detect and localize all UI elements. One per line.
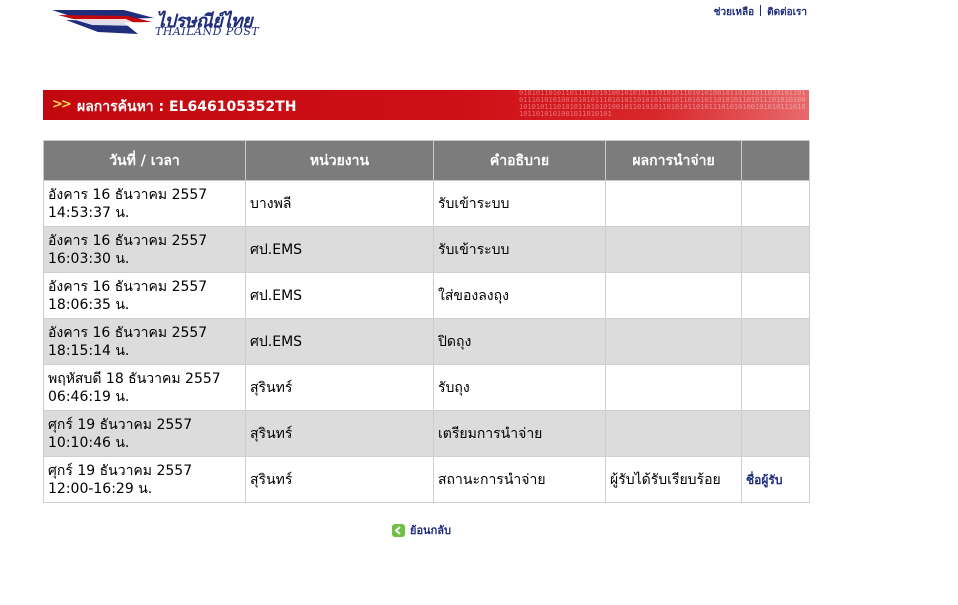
cell-delivery-result: ผู้รับได้รับเรียบร้อย (605, 456, 742, 503)
row-description: สถานะการนำจ่าย (438, 471, 546, 488)
header-description: คำอธิบาย (433, 140, 606, 181)
cell-description: ใส่ของลงถุง (433, 272, 606, 319)
thailand-post-logo[interactable]: ไปรษณีย์ไทย THAILAND POST (52, 6, 262, 40)
cell-date-time: อังคาร 16 ธันวาคม 2557 18:15:14 น. (43, 318, 246, 365)
header-delivery-result: ผลการนำจ่าย (605, 140, 742, 181)
cell-description: รับถุง (433, 364, 606, 411)
cell-date-time: ศุกร์ 19 ธันวาคม 2557 10:10:46 น. (43, 410, 246, 457)
link-separator (760, 5, 762, 16)
table-row: อังคาร 16 ธันวาคม 2557 18:15:14 น. ศป.EMS ป… (43, 318, 810, 365)
cell-office: สุรินทร์ (245, 456, 434, 503)
row-office: ศป.EMS (250, 287, 303, 304)
table-row: อังคาร 16 ธันวาคม 2557 14:53:37 น. บางพลีร… (43, 180, 810, 227)
search-result-title: ผลการค้นหา : EL646105352TH (77, 99, 297, 115)
row-office: ศป.EMS (250, 333, 303, 350)
cell-date-time: ศุกร์ 19 ธันวาคม 2557 12:00-16:29 น. (43, 456, 246, 503)
row-date: พฤหัสบดี 18 ธันวาคม 2557 (48, 370, 221, 387)
cell-office: สุรินทร์ (245, 364, 434, 411)
row-description: รับเข้าระบบ (438, 195, 510, 212)
row-date: อังคาร 16 ธันวาคม 2557 (48, 278, 208, 295)
row-description: ใส่ของลงถุง (438, 287, 509, 304)
row-date: อังคาร 16 ธันวาคม 2557 (48, 324, 208, 341)
cell-action (741, 410, 810, 457)
cell-date-time: อังคาร 16 ธันวาคม 2557 18:06:35 น. (43, 272, 246, 319)
contact-link[interactable]: ติดต่อเรา (767, 7, 807, 18)
cell-description: รับเข้าระบบ (433, 180, 606, 227)
row-time: 18:06:35 น. (48, 296, 130, 313)
row-time: 14:53:37 น. (48, 204, 130, 221)
top-links: ช่วยเหลือ ติดต่อเรา (714, 5, 807, 20)
help-link[interactable]: ช่วยเหลือ (714, 7, 754, 18)
row-office: สุรินทร์ (250, 425, 293, 442)
back-link-label: ย้อนกลับ (410, 524, 451, 537)
row-time: 06:46:19 น. (48, 388, 130, 405)
row-description: ปิดถุง (438, 333, 472, 350)
back-arrow-icon (392, 524, 405, 537)
header-date-time: วันที่ / เวลา (43, 140, 246, 181)
cell-office: บางพลี (245, 180, 434, 227)
table-row: อังคาร 16 ธันวาคม 2557 16:03:30 น. ศป.EMS ร… (43, 226, 810, 273)
row-date: อังคาร 16 ธันวาคม 2557 (48, 232, 208, 249)
receiver-name-link[interactable]: ชื่อผู้รับ (746, 473, 782, 487)
row-description: รับถุง (438, 379, 470, 396)
cell-description: รับเข้าระบบ (433, 226, 606, 273)
back-link[interactable]: ย้อนกลับ (392, 521, 451, 539)
row-office: ศป.EMS (250, 241, 303, 258)
tracking-rows: อังคาร 16 ธันวาคม 2557 14:53:37 น. บางพลีร… (43, 180, 810, 503)
row-office: บางพลี (250, 195, 292, 212)
cell-description: ปิดถุง (433, 318, 606, 365)
cell-office: สุรินทร์ (245, 410, 434, 457)
table-header-row: วันที่ / เวลา หน่วยงาน คำอธิบาย ผลการนำจ… (43, 140, 810, 181)
row-description: รับเข้าระบบ (438, 241, 510, 258)
cell-office: ศป.EMS (245, 272, 434, 319)
cell-office: ศป.EMS (245, 226, 434, 273)
row-time: 16:03:30 น. (48, 250, 130, 267)
row-date: ศุกร์ 19 ธันวาคม 2557 (48, 462, 193, 479)
row-office: สุรินทร์ (250, 471, 293, 488)
table-row: พฤหัสบดี 18 ธันวาคม 2557 06:46:19 น. สุริน… (43, 364, 810, 411)
cell-date-time: อังคาร 16 ธันวาคม 2557 16:03:30 น. (43, 226, 246, 273)
header-action (741, 140, 810, 181)
cell-delivery-result (605, 318, 742, 365)
cell-office: ศป.EMS (245, 318, 434, 365)
cell-action (741, 272, 810, 319)
row-time: 12:00-16:29 น. (48, 480, 153, 497)
tracking-table: วันที่ / เวลา หน่วยงาน คำอธิบาย ผลการนำจ… (43, 140, 810, 503)
row-description: เตรียมการนำจ่าย (438, 425, 543, 442)
cell-action (741, 318, 810, 365)
double-arrow-icon: >> (52, 97, 72, 112)
cell-description: เตรียมการนำจ่าย (433, 410, 606, 457)
row-date: อังคาร 16 ธันวาคม 2557 (48, 186, 208, 203)
cell-date-time: พฤหัสบดี 18 ธันวาคม 2557 06:46:19 น. (43, 364, 246, 411)
row-office: สุรินทร์ (250, 379, 293, 396)
logo-english-text: THAILAND POST (155, 25, 260, 38)
table-row: ศุกร์ 19 ธันวาคม 2557 12:00-16:29 น. สุริน… (43, 456, 810, 503)
search-result-banner: 0101011010110111010101001010101110101011… (43, 90, 809, 120)
cell-date-time: อังคาร 16 ธันวาคม 2557 14:53:37 น. (43, 180, 246, 227)
cell-delivery-result (605, 410, 742, 457)
header-office: หน่วยงาน (245, 140, 434, 181)
page: ไปรษณีย์ไทย THAILAND POST ช่วยเหลือ ติดต่… (0, 0, 958, 605)
cell-action (741, 226, 810, 273)
row-date: ศุกร์ 19 ธันวาคม 2557 (48, 416, 193, 433)
banner-binary-decoration: 0101011010110111010101001010101110101011… (519, 90, 806, 118)
cell-delivery-result (605, 272, 742, 319)
cell-description: สถานะการนำจ่าย (433, 456, 606, 503)
cell-delivery-result (605, 180, 742, 227)
cell-action (741, 364, 810, 411)
table-row: ศุกร์ 19 ธันวาคม 2557 10:10:46 น. สุรินทร์… (43, 410, 810, 457)
cell-action (741, 180, 810, 227)
cell-delivery-result (605, 226, 742, 273)
cell-delivery-result (605, 364, 742, 411)
row-time: 10:10:46 น. (48, 434, 130, 451)
table-row: อังคาร 16 ธันวาคม 2557 18:06:35 น. ศป.EMS ใ… (43, 272, 810, 319)
row-time: 18:15:14 น. (48, 342, 130, 359)
row-delivery-result: ผู้รับได้รับเรียบร้อย (610, 471, 721, 488)
cell-action: ชื่อผู้รับ (741, 456, 810, 503)
logo-emblem-icon (52, 10, 154, 34)
